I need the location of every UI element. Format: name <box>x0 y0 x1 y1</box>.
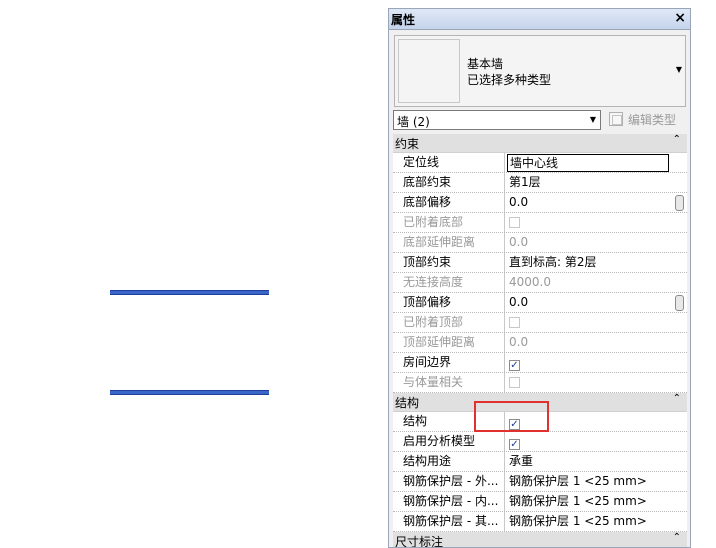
property-name: 已附着顶部 <box>393 313 505 332</box>
property-value: 0.0 <box>509 235 529 249</box>
property-name: 钢筋保护层 - 外... <box>393 472 505 491</box>
panel-title: 属性 <box>391 13 416 27</box>
property-checkbox-cell[interactable]: ✓ <box>509 353 671 372</box>
property-row: 顶部偏移 0.0 <box>393 293 687 313</box>
property-checkbox-cell <box>509 373 671 392</box>
chevron-down-icon: ▼ <box>589 115 596 124</box>
property-value[interactable]: 第1层 <box>509 173 671 192</box>
property-row: 已附着底部 <box>393 213 687 233</box>
property-value[interactable]: 0.0 <box>509 193 671 212</box>
edit-type-button[interactable]: 编辑类型 <box>607 109 687 131</box>
property-name: 顶部约束 <box>393 253 505 272</box>
group-label: 结构 <box>395 396 420 410</box>
property-row: 钢筋保护层 - 外... 钢筋保护层 1 <25 mm> <box>393 472 687 492</box>
property-value: 4000.0 <box>509 275 551 289</box>
property-row: 钢筋保护层 - 内... 钢筋保护层 1 <25 mm> <box>393 492 687 512</box>
panel-titlebar: 属性 × <box>389 9 690 30</box>
properties-panel: 属性 × 基本墙 已选择多种类型 ▼ 墙 (2) ▼ 编辑类型 约束 ⌃ 定位线 墙中… <box>388 8 691 548</box>
property-value[interactable]: 钢筋保护层 1 <25 mm> <box>509 492 671 511</box>
property-value[interactable]: 钢筋保护层 1 <25 mm> <box>509 512 671 531</box>
property-name: 结构用途 <box>393 452 505 471</box>
property-name: 底部偏移 <box>393 193 505 212</box>
property-name: 顶部偏移 <box>393 293 505 312</box>
property-scrollbar[interactable] <box>675 154 685 547</box>
property-value: 0.0 <box>509 335 529 349</box>
group-header[interactable]: 约束 ⌃ <box>393 134 687 153</box>
property-value[interactable]: 钢筋保护层 1 <25 mm> <box>509 472 671 491</box>
property-name: 顶部延伸距离 <box>393 333 505 352</box>
scroll-thumb[interactable] <box>675 295 684 311</box>
property-value[interactable]: 直到标高: 第2层 <box>509 253 671 272</box>
family-name: 基本墙 <box>467 57 504 71</box>
property-grid: 约束 ⌃ 定位线 墙中心线 底部约束 第1层 底部偏移 0.0 已附着底部 底部延伸距离 0.0 顶部… <box>393 134 687 548</box>
checked-checkbox[interactable]: ✓ <box>509 360 520 371</box>
property-checkbox-cell <box>509 313 671 332</box>
property-row: 启用分析模型 ✓ <box>393 432 687 452</box>
type-name: 基本墙 已选择多种类型 <box>467 56 551 88</box>
property-value[interactable]: 承重 <box>509 452 671 471</box>
property-row: 底部偏移 0.0 <box>393 193 687 213</box>
group-header[interactable]: 尺寸标注 ⌃ <box>393 532 687 548</box>
property-row: 底部约束 第1层 <box>393 173 687 193</box>
property-name: 已附着底部 <box>393 213 505 232</box>
property-row: 顶部延伸距离 0.0 <box>393 333 687 353</box>
property-name: 与体量相关 <box>393 373 505 392</box>
scroll-thumb[interactable] <box>675 195 684 211</box>
edit-type-label: 编辑类型 <box>628 113 677 127</box>
property-name: 钢筋保护层 - 内... <box>393 492 505 511</box>
edit-type-icon <box>609 112 623 126</box>
instance-filter-dropdown[interactable]: 墙 (2) ▼ <box>393 110 601 130</box>
property-name: 定位线 <box>393 153 505 172</box>
type-status: 已选择多种类型 <box>467 73 552 87</box>
unchecked-checkbox <box>509 317 520 328</box>
type-preview <box>398 39 460 103</box>
unchecked-checkbox <box>509 217 520 228</box>
property-name: 无连接高度 <box>393 273 505 292</box>
dropdown-arrow-icon[interactable]: ▼ <box>676 65 682 74</box>
property-name: 钢筋保护层 - 其... <box>393 512 505 531</box>
group-label: 约束 <box>395 137 420 151</box>
collapse-icon[interactable]: ⌃ <box>673 134 681 145</box>
unchecked-checkbox <box>509 377 520 388</box>
wall-2[interactable] <box>110 390 269 395</box>
property-value[interactable]: 0.0 <box>509 293 671 312</box>
group-label: 尺寸标注 <box>395 535 444 548</box>
wall-1[interactable] <box>110 290 269 295</box>
checked-checkbox[interactable]: ✓ <box>509 439 520 450</box>
property-name: 底部延伸距离 <box>393 233 505 252</box>
type-selector[interactable]: 基本墙 已选择多种类型 ▼ <box>394 35 686 107</box>
instance-filter-value: 墙 (2) <box>397 115 430 129</box>
property-row: 顶部约束 直到标高: 第2层 <box>393 253 687 273</box>
property-row: 已附着顶部 <box>393 313 687 333</box>
property-checkbox-cell[interactable]: ✓ <box>509 432 671 451</box>
property-value[interactable]: 墙中心线 <box>507 154 669 172</box>
highlight-box <box>474 401 549 432</box>
close-icon[interactable]: × <box>674 10 686 26</box>
property-row: 底部延伸距离 0.0 <box>393 233 687 253</box>
property-name: 底部约束 <box>393 173 505 192</box>
property-row: 钢筋保护层 - 其... 钢筋保护层 1 <25 mm> <box>393 512 687 532</box>
property-row: 无连接高度 4000.0 <box>393 273 687 293</box>
property-row: 结构用途 承重 <box>393 452 687 472</box>
property-row: 房间边界 ✓ <box>393 353 687 373</box>
property-row: 与体量相关 <box>393 373 687 393</box>
property-row: 定位线 墙中心线 <box>393 153 687 173</box>
property-name: 房间边界 <box>393 353 505 372</box>
property-checkbox-cell <box>509 213 671 232</box>
property-name: 启用分析模型 <box>393 432 505 451</box>
